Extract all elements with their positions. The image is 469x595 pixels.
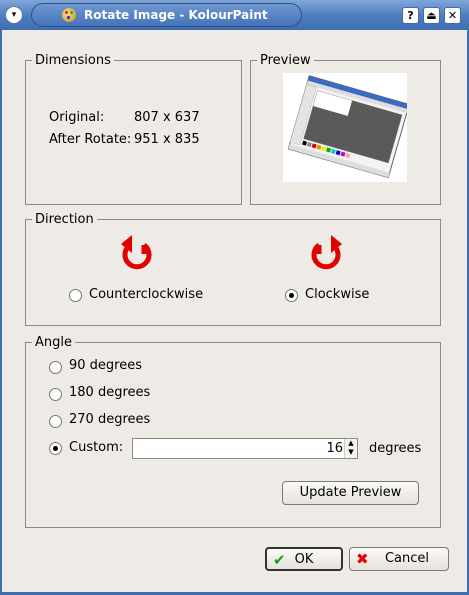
update-preview-button[interactable]: Update Preview <box>282 481 419 505</box>
clockwise-radio[interactable] <box>285 289 298 302</box>
angle-270-radio[interactable] <box>49 415 62 428</box>
angle-270-label[interactable]: 270 degrees <box>69 412 150 427</box>
preview-image <box>283 73 410 182</box>
window-menu-button[interactable]: ▾ <box>5 6 23 24</box>
ok-button[interactable]: ✔ OK <box>265 547 343 571</box>
custom-angle-radio[interactable] <box>49 442 62 455</box>
spin-up-icon[interactable]: ▲ <box>345 439 357 448</box>
after-rotate-value: 951 x 835 <box>134 132 200 147</box>
cancel-button[interactable]: ✖ Cancel <box>349 547 449 571</box>
custom-angle-label[interactable]: Custom: <box>69 440 123 455</box>
original-value: 807 x 637 <box>134 110 200 125</box>
title-bar[interactable]: ▾ Rotate Image - KolourPaint ? ⏏ ✕ <box>0 0 469 30</box>
window-title: Rotate Image - KolourPaint <box>84 8 268 22</box>
counterclockwise-label[interactable]: Counterclockwise <box>89 287 203 302</box>
custom-angle-spinbox[interactable]: 16 ▲ ▼ <box>132 438 358 459</box>
clockwise-label[interactable]: Clockwise <box>305 287 369 302</box>
checkmark-icon: ✔ <box>273 551 286 569</box>
direction-title: Direction <box>32 211 97 228</box>
shade-button[interactable]: ⏏ <box>423 7 440 24</box>
angle-180-radio[interactable] <box>49 388 62 401</box>
angle-180-label[interactable]: 180 degrees <box>69 385 150 400</box>
angle-90-radio[interactable] <box>49 361 62 374</box>
rotate-counterclockwise-icon[interactable] <box>118 232 158 274</box>
title-pill: Rotate Image - KolourPaint <box>31 3 302 27</box>
spin-down-icon[interactable]: ▼ <box>345 448 357 457</box>
counterclockwise-radio[interactable] <box>69 289 82 302</box>
ok-label: OK <box>294 552 314 567</box>
cancel-x-icon: ✖ <box>356 550 369 568</box>
close-button[interactable]: ✕ <box>444 7 461 24</box>
after-rotate-label: After Rotate: <box>49 132 132 147</box>
rotate-clockwise-icon[interactable] <box>307 232 347 274</box>
angle-90-label[interactable]: 90 degrees <box>69 358 142 373</box>
cancel-label: Cancel <box>384 551 430 566</box>
direction-group: Direction <box>25 211 441 326</box>
original-label: Original: <box>49 110 105 125</box>
dimensions-title: Dimensions <box>32 52 114 69</box>
preview-title: Preview <box>257 52 314 69</box>
kolourpaint-icon <box>62 8 76 22</box>
rotated-preview-thumbnail <box>287 75 410 179</box>
degrees-unit-label: degrees <box>369 441 422 456</box>
custom-angle-value[interactable]: 16 <box>326 441 343 456</box>
spin-arrows[interactable]: ▲ ▼ <box>344 439 357 458</box>
angle-title: Angle <box>32 334 75 351</box>
help-button[interactable]: ? <box>402 7 419 24</box>
